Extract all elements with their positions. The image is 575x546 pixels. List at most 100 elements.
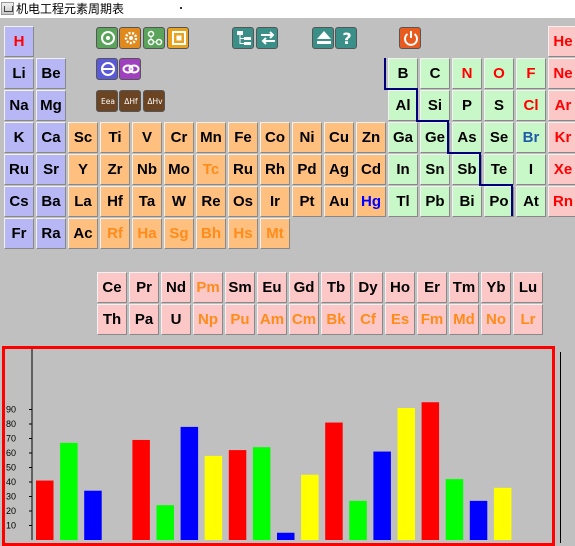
element-v[interactable]: V [132, 122, 162, 153]
element-in[interactable]: In [388, 154, 418, 185]
element-xe[interactable]: Xe [548, 154, 575, 185]
element-md[interactable]: Md [449, 304, 479, 335]
element-sg[interactable]: Sg [164, 218, 194, 249]
settings-button[interactable] [96, 27, 118, 49]
element-ir[interactable]: Ir [260, 186, 290, 217]
element-pu[interactable]: Pu [225, 304, 255, 335]
element-ca[interactable]: Ca [36, 122, 66, 153]
refresh-button[interactable] [96, 58, 118, 80]
element-ce[interactable]: Ce [97, 272, 127, 303]
element-y[interactable]: Y [68, 154, 98, 185]
element-cu[interactable]: Cu [324, 122, 354, 153]
element-o[interactable]: O [484, 58, 514, 89]
element-cs[interactable]: Cs [4, 186, 34, 217]
element-er[interactable]: Er [417, 272, 447, 303]
element-ba[interactable]: Ba [36, 186, 66, 217]
element-pd[interactable]: Pd [292, 154, 322, 185]
element-mo[interactable]: Mo [164, 154, 194, 185]
element-ho[interactable]: Ho [385, 272, 415, 303]
element-ra[interactable]: Ra [36, 218, 66, 249]
element-ar[interactable]: Ar [548, 90, 575, 121]
element-te[interactable]: Te [484, 154, 514, 185]
element-tm[interactable]: Tm [449, 272, 479, 303]
element-s[interactable]: S [484, 90, 514, 121]
link-button[interactable] [119, 58, 141, 80]
element-se[interactable]: Se [484, 122, 514, 153]
element-pr[interactable]: Pr [129, 272, 159, 303]
element-ti[interactable]: Ti [100, 122, 130, 153]
power-button[interactable] [399, 27, 421, 49]
cycle-button[interactable] [119, 27, 141, 49]
element-po[interactable]: Po [484, 186, 514, 217]
element-bi[interactable]: Bi [452, 186, 482, 217]
element-zn[interactable]: Zn [356, 122, 386, 153]
element-c[interactable]: C [420, 58, 450, 89]
element-hf[interactable]: Hf [100, 186, 130, 217]
element-at[interactable]: At [516, 186, 546, 217]
element-pb[interactable]: Pb [420, 186, 450, 217]
element-hs[interactable]: Hs [228, 218, 258, 249]
element-br[interactable]: Br [516, 122, 546, 153]
element-tc[interactable]: Tc [196, 154, 226, 185]
element-tb[interactable]: Tb [321, 272, 351, 303]
element-cd[interactable]: Cd [356, 154, 386, 185]
element-hg[interactable]: Hg [356, 186, 386, 217]
element-f[interactable]: F [516, 58, 546, 89]
element-w[interactable]: W [164, 186, 194, 217]
element-u[interactable]: U [161, 304, 191, 335]
element-ru[interactable]: Ru [4, 154, 34, 185]
layout-button[interactable] [232, 27, 254, 49]
element-sc[interactable]: Sc [68, 122, 98, 153]
element-kr[interactable]: Kr [548, 122, 575, 153]
element-he[interactable]: He [548, 26, 575, 57]
element-re[interactable]: Re [196, 186, 226, 217]
element-mg[interactable]: Mg [36, 90, 66, 121]
element-gd[interactable]: Gd [289, 272, 319, 303]
element-ge[interactable]: Ge [420, 122, 450, 153]
swap-button[interactable] [256, 27, 278, 49]
element-k[interactable]: K [4, 122, 34, 153]
frame-button[interactable] [167, 27, 189, 49]
element-n[interactable]: N [452, 58, 482, 89]
element-ne[interactable]: Ne [548, 58, 575, 89]
element-h[interactable]: H [4, 26, 34, 57]
element-fe[interactable]: Fe [228, 122, 258, 153]
element-la[interactable]: La [68, 186, 98, 217]
element-lu[interactable]: Lu [513, 272, 543, 303]
element-sb[interactable]: Sb [452, 154, 482, 185]
delta-hf-button[interactable]: ΔHf [119, 90, 141, 112]
element-co[interactable]: Co [260, 122, 290, 153]
element-rn[interactable]: Rn [548, 186, 575, 217]
element-ga[interactable]: Ga [388, 122, 418, 153]
element-be[interactable]: Be [36, 58, 66, 89]
element-rh[interactable]: Rh [260, 154, 290, 185]
element-th[interactable]: Th [97, 304, 127, 335]
element-al[interactable]: Al [388, 90, 418, 121]
element-nd[interactable]: Nd [161, 272, 191, 303]
element-ag[interactable]: Ag [324, 154, 354, 185]
element-as[interactable]: As [452, 122, 482, 153]
element-ni[interactable]: Ni [292, 122, 322, 153]
element-ha[interactable]: Ha [132, 218, 162, 249]
element-sr[interactable]: Sr [36, 154, 66, 185]
element-bk[interactable]: Bk [321, 304, 351, 335]
element-mn[interactable]: Mn [196, 122, 226, 153]
element-pm[interactable]: Pm [193, 272, 223, 303]
element-cl[interactable]: Cl [516, 90, 546, 121]
element-os[interactable]: Os [228, 186, 258, 217]
element-b[interactable]: B [388, 58, 418, 89]
element-pt[interactable]: Pt [292, 186, 322, 217]
element-mt[interactable]: Mt [260, 218, 290, 249]
element-ru[interactable]: Ru [228, 154, 258, 185]
element-cf[interactable]: Cf [353, 304, 383, 335]
element-cr[interactable]: Cr [164, 122, 194, 153]
element-sn[interactable]: Sn [420, 154, 450, 185]
element-no[interactable]: No [481, 304, 511, 335]
element-fr[interactable]: Fr [4, 218, 34, 249]
element-p[interactable]: P [452, 90, 482, 121]
element-tl[interactable]: Tl [388, 186, 418, 217]
element-au[interactable]: Au [324, 186, 354, 217]
network-button[interactable] [143, 27, 165, 49]
delta-hv-button[interactable]: ΔHv [143, 90, 165, 112]
element-na[interactable]: Na [4, 90, 34, 121]
